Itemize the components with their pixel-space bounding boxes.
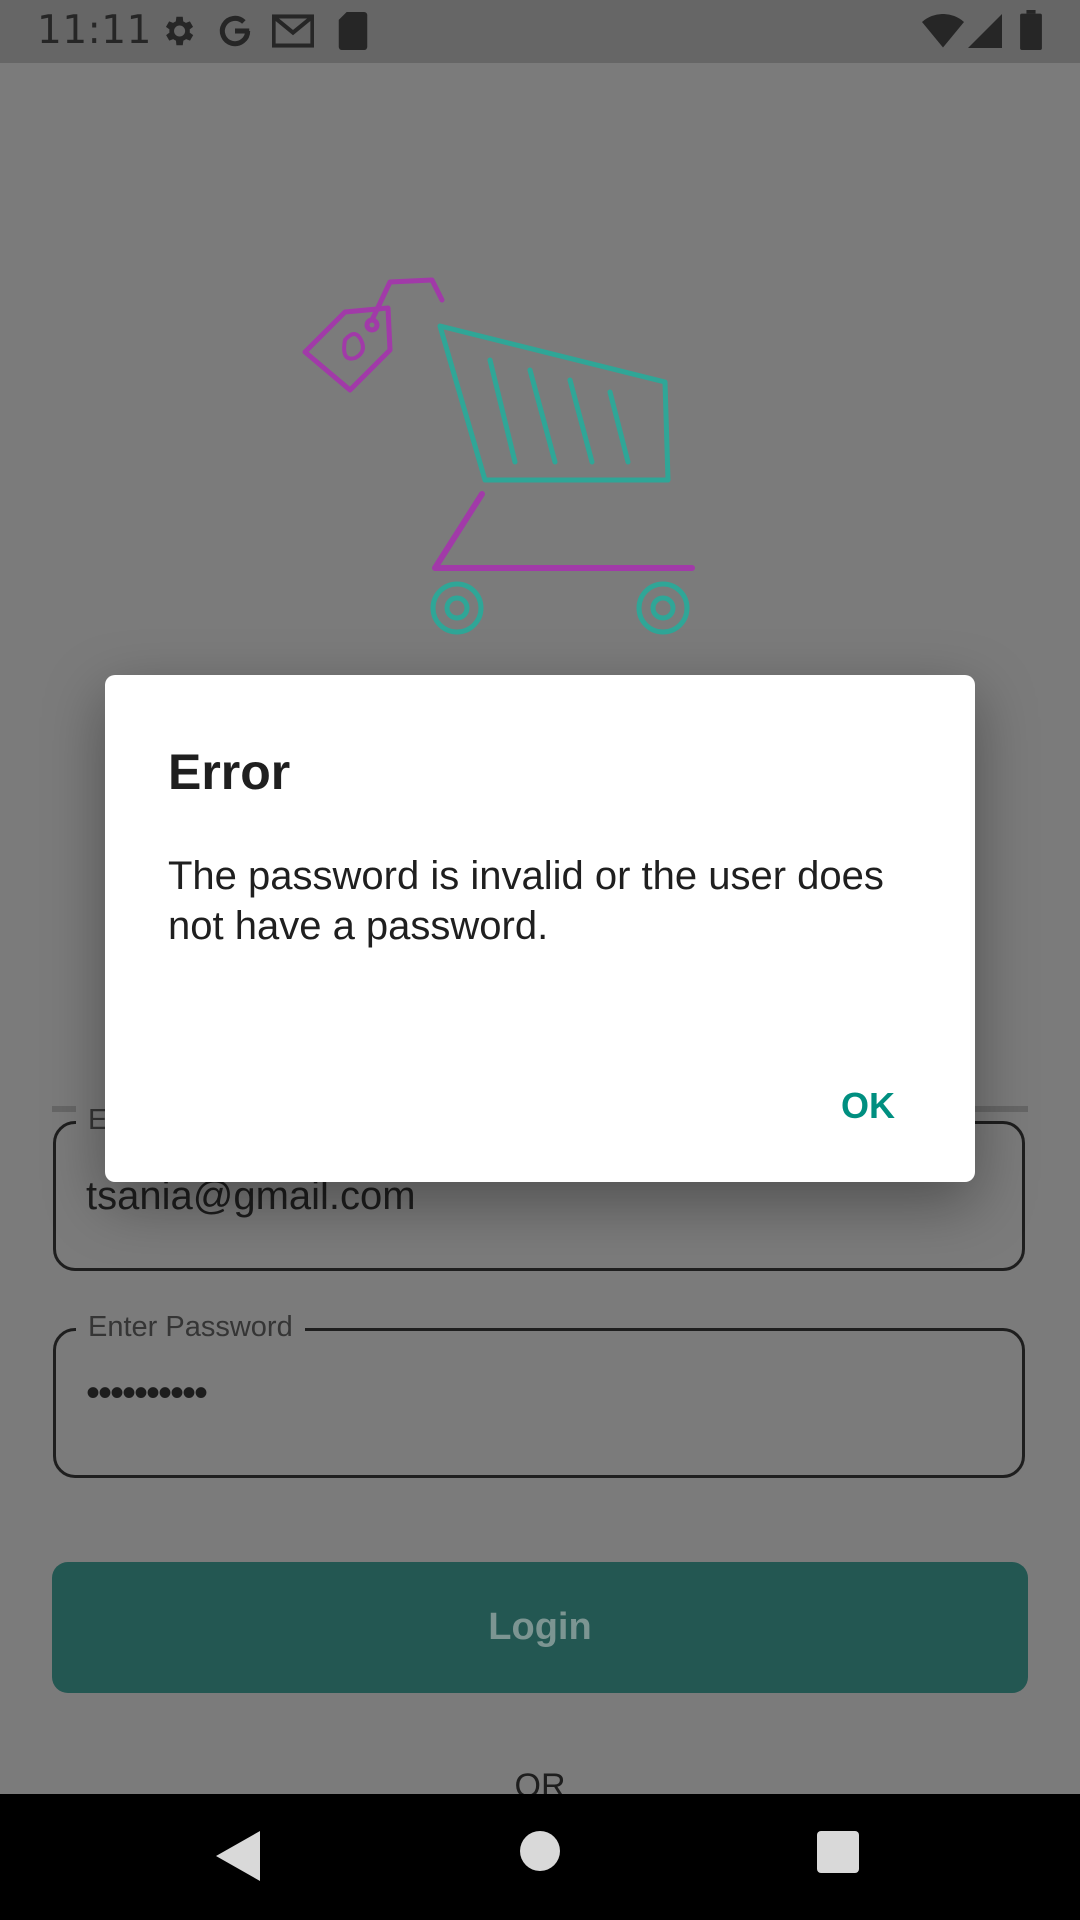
cell-signal-icon [968, 14, 1002, 48]
error-dialog: Error The password is invalid or the use… [105, 675, 975, 1182]
sd-card-icon [338, 12, 368, 50]
wifi-icon [922, 14, 964, 48]
password-field-value: •••••••••• [86, 1371, 208, 1415]
password-field[interactable]: Enter Password •••••••••• [53, 1309, 1025, 1478]
navigation-bar [0, 1794, 1080, 1920]
password-field-label: Enter Password [76, 1309, 305, 1345]
recents-icon[interactable] [817, 1831, 859, 1873]
home-icon[interactable] [520, 1831, 560, 1871]
battery-icon [1020, 10, 1042, 50]
status-bar: 11:11 [0, 0, 1080, 63]
google-icon [219, 15, 251, 47]
back-icon[interactable] [216, 1831, 260, 1881]
dialog-message: The password is invalid or the user does… [168, 854, 884, 948]
login-button[interactable]: Login [52, 1562, 1028, 1693]
ok-button[interactable]: OK [831, 1075, 905, 1137]
settings-icon [165, 16, 194, 46]
status-time: 11:11 [37, 8, 152, 53]
gmail-icon [272, 14, 314, 48]
dialog-title: Error [168, 744, 291, 800]
shopping-cart-logo-icon [302, 277, 695, 635]
